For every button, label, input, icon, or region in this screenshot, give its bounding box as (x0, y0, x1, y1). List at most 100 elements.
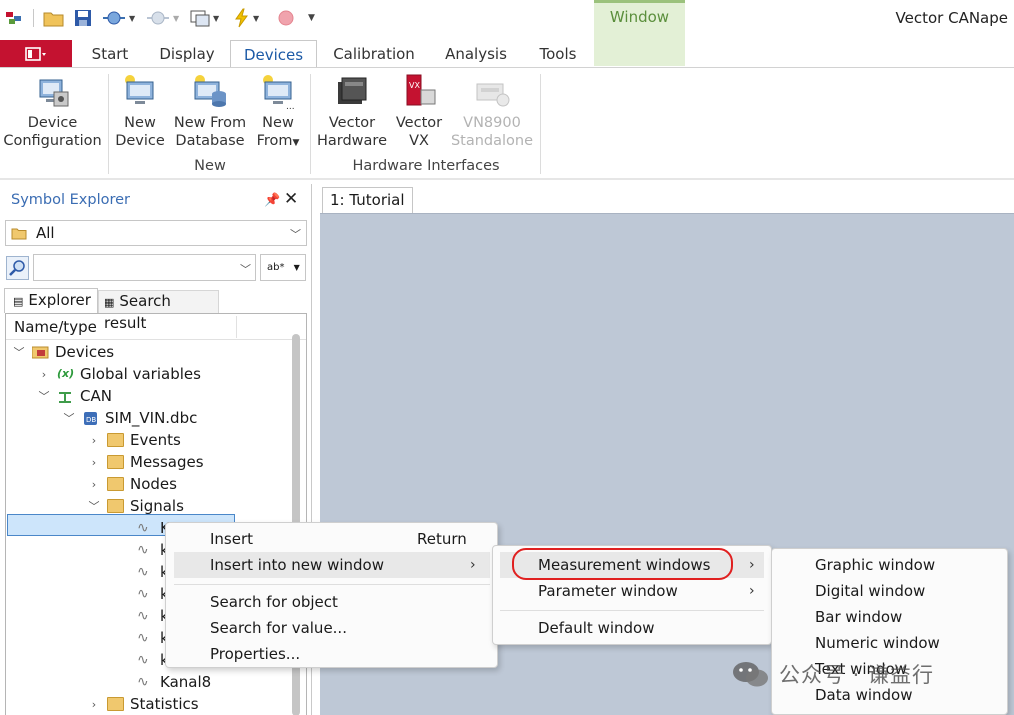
new-from-database-icon (194, 75, 226, 107)
svg-text:VX: VX (409, 81, 420, 90)
menu-item-properties[interactable]: Properties... (166, 641, 497, 667)
signal-wave-icon: ∿ (137, 608, 149, 624)
tree-signal-item[interactable]: ∿k (137, 605, 169, 627)
tree-node-statistics[interactable]: › Statistics (87, 693, 199, 715)
chevron-right-icon[interactable]: › (87, 698, 101, 711)
vn8900-standalone-button[interactable]: VN8900 Standalone (449, 72, 535, 150)
new-from-database-button[interactable]: New From Database (170, 72, 250, 150)
chevron-right-icon[interactable]: › (87, 434, 101, 447)
chevron-right-icon: › (470, 557, 476, 573)
tree-signal-item[interactable]: ∿k (137, 649, 169, 671)
folder-icon (107, 697, 124, 711)
chevron-down-icon[interactable]: ﹀ (62, 410, 76, 426)
tab-explorer[interactable]: ▤ Explorer (4, 288, 98, 313)
menu-item-digital-window[interactable]: Digital window (772, 578, 1007, 604)
new-device-button[interactable]: New Device (114, 72, 166, 150)
tree-signal-item[interactable]: ∿k (137, 583, 169, 605)
chevron-down-icon[interactable]: ﹀ (87, 498, 101, 514)
watermark: 公众号 · 谦益行 (731, 653, 934, 695)
vn8900-icon (476, 83, 510, 107)
tab-analysis[interactable]: Analysis (440, 40, 512, 68)
menu-item-search-value[interactable]: Search for value... (166, 615, 497, 641)
ribbon-panel: Device Configuration New Device New From… (0, 68, 1014, 178)
menu-item-search-object[interactable]: Search for object (166, 589, 497, 615)
tree-node-dbc[interactable]: ﹀ DB SIM_VIN.dbc (62, 407, 198, 429)
chevron-down-icon[interactable]: ﹀ (37, 388, 51, 404)
device-configuration-icon (39, 79, 68, 107)
tab-start[interactable]: Start (86, 40, 134, 68)
menu-item-insert-new-window[interactable]: Insert into new window › (174, 552, 490, 578)
vector-vx-button[interactable]: VX Vector VX (392, 72, 446, 150)
close-icon[interactable]: ✕ (284, 189, 298, 209)
new-device-icon (125, 75, 154, 104)
customize-toolbar-icon[interactable]: ▼ (305, 8, 315, 28)
app-logo-icon[interactable] (5, 8, 23, 28)
tree-node-events[interactable]: › Events (87, 429, 181, 451)
vector-hardware-button[interactable]: Vector Hardware (316, 72, 388, 150)
find-button[interactable] (6, 256, 29, 280)
chevron-right-icon: › (749, 583, 755, 599)
tree-node-global-variables[interactable]: › (x) Global variables (37, 363, 201, 385)
tree-signal-item[interactable]: ∿k (137, 539, 169, 561)
tree-node-can[interactable]: ﹀ CAN (37, 385, 112, 407)
tree-signal-kanal8[interactable]: ∿ Kanal8 (137, 671, 211, 693)
search-result-tab-icon: ▦ (104, 296, 115, 309)
filter-dropdown[interactable]: All ﹀ (5, 220, 307, 246)
tab-tools[interactable]: Tools (531, 40, 585, 68)
new-from-button[interactable]: ... New From▼ (252, 72, 304, 152)
chevron-down-icon[interactable]: ﹀ (12, 344, 26, 360)
window-layout-icon[interactable]: ▼ (190, 8, 219, 28)
menu-item-graphic-window[interactable]: Graphic window (772, 552, 1007, 578)
open-folder-icon[interactable] (43, 8, 65, 28)
connect-icon[interactable]: ▼ (102, 8, 135, 28)
signal-wave-icon: ∿ (137, 652, 149, 668)
signal-wave-icon: ∿ (137, 674, 149, 690)
pin-icon[interactable]: 📌 (264, 193, 280, 208)
folder-icon (107, 477, 124, 491)
save-icon[interactable] (74, 8, 92, 28)
device-configuration-button[interactable]: Device Configuration (2, 72, 103, 150)
menu-item-default-window[interactable]: Default window (493, 615, 771, 641)
tree-node-messages[interactable]: › Messages (87, 451, 204, 473)
tab-display[interactable]: Display (153, 40, 221, 68)
chevron-right-icon: › (749, 557, 755, 573)
record-icon[interactable] (278, 8, 294, 28)
file-menu-button[interactable] (0, 40, 72, 68)
search-input[interactable]: ﹀ (33, 254, 256, 281)
disconnect-icon[interactable]: ▼ (146, 8, 179, 28)
tree-node-devices[interactable]: ﹀ Devices (12, 341, 115, 363)
tab-tutorial[interactable]: 1: Tutorial (322, 187, 413, 213)
folder-icon (107, 455, 124, 469)
devices-icon (32, 346, 49, 359)
variable-icon: (x) (57, 367, 75, 380)
context-menu: Insert Return Insert into new window › S… (165, 522, 498, 668)
magnifier-icon (9, 260, 25, 276)
wechat-icon (733, 662, 768, 687)
folder-icon (107, 499, 124, 513)
chevron-right-icon[interactable]: › (87, 456, 101, 469)
group-label-new: New (194, 158, 226, 174)
menu-item-parameter-window[interactable]: Parameter window › (493, 578, 771, 604)
group-label-hardware-interfaces: Hardware Interfaces (352, 158, 500, 174)
file-menu-icon (25, 47, 46, 61)
menu-item-insert[interactable]: Insert Return (166, 526, 497, 552)
chevron-right-icon[interactable]: › (87, 478, 101, 491)
tree-node-nodes[interactable]: › Nodes (87, 473, 177, 495)
signal-wave-icon: ∿ (137, 542, 149, 558)
tab-search-result[interactable]: ▦ Search result (98, 290, 219, 332)
svg-text:...: ... (286, 102, 295, 110)
window-context-tab-label: Window (609, 8, 670, 26)
lightning-icon[interactable]: ▼ (234, 8, 259, 28)
tab-devices[interactable]: Devices (230, 40, 317, 69)
tab-calibration[interactable]: Calibration (328, 40, 420, 68)
signal-wave-icon: ∿ (137, 586, 149, 602)
tree-signal-item[interactable]: ∿k (137, 627, 169, 649)
tree-signal-item[interactable]: ∿k (137, 561, 169, 583)
database-icon: DB (84, 412, 97, 425)
tree-node-signals[interactable]: ﹀ Signals (87, 495, 184, 517)
column-header[interactable]: Name/type (6, 314, 306, 340)
match-mode-button[interactable]: ab* ▼ (260, 254, 306, 281)
signal-wave-icon: ∿ (137, 564, 149, 580)
menu-item-bar-window[interactable]: Bar window (772, 604, 1007, 630)
chevron-right-icon[interactable]: › (37, 368, 51, 381)
